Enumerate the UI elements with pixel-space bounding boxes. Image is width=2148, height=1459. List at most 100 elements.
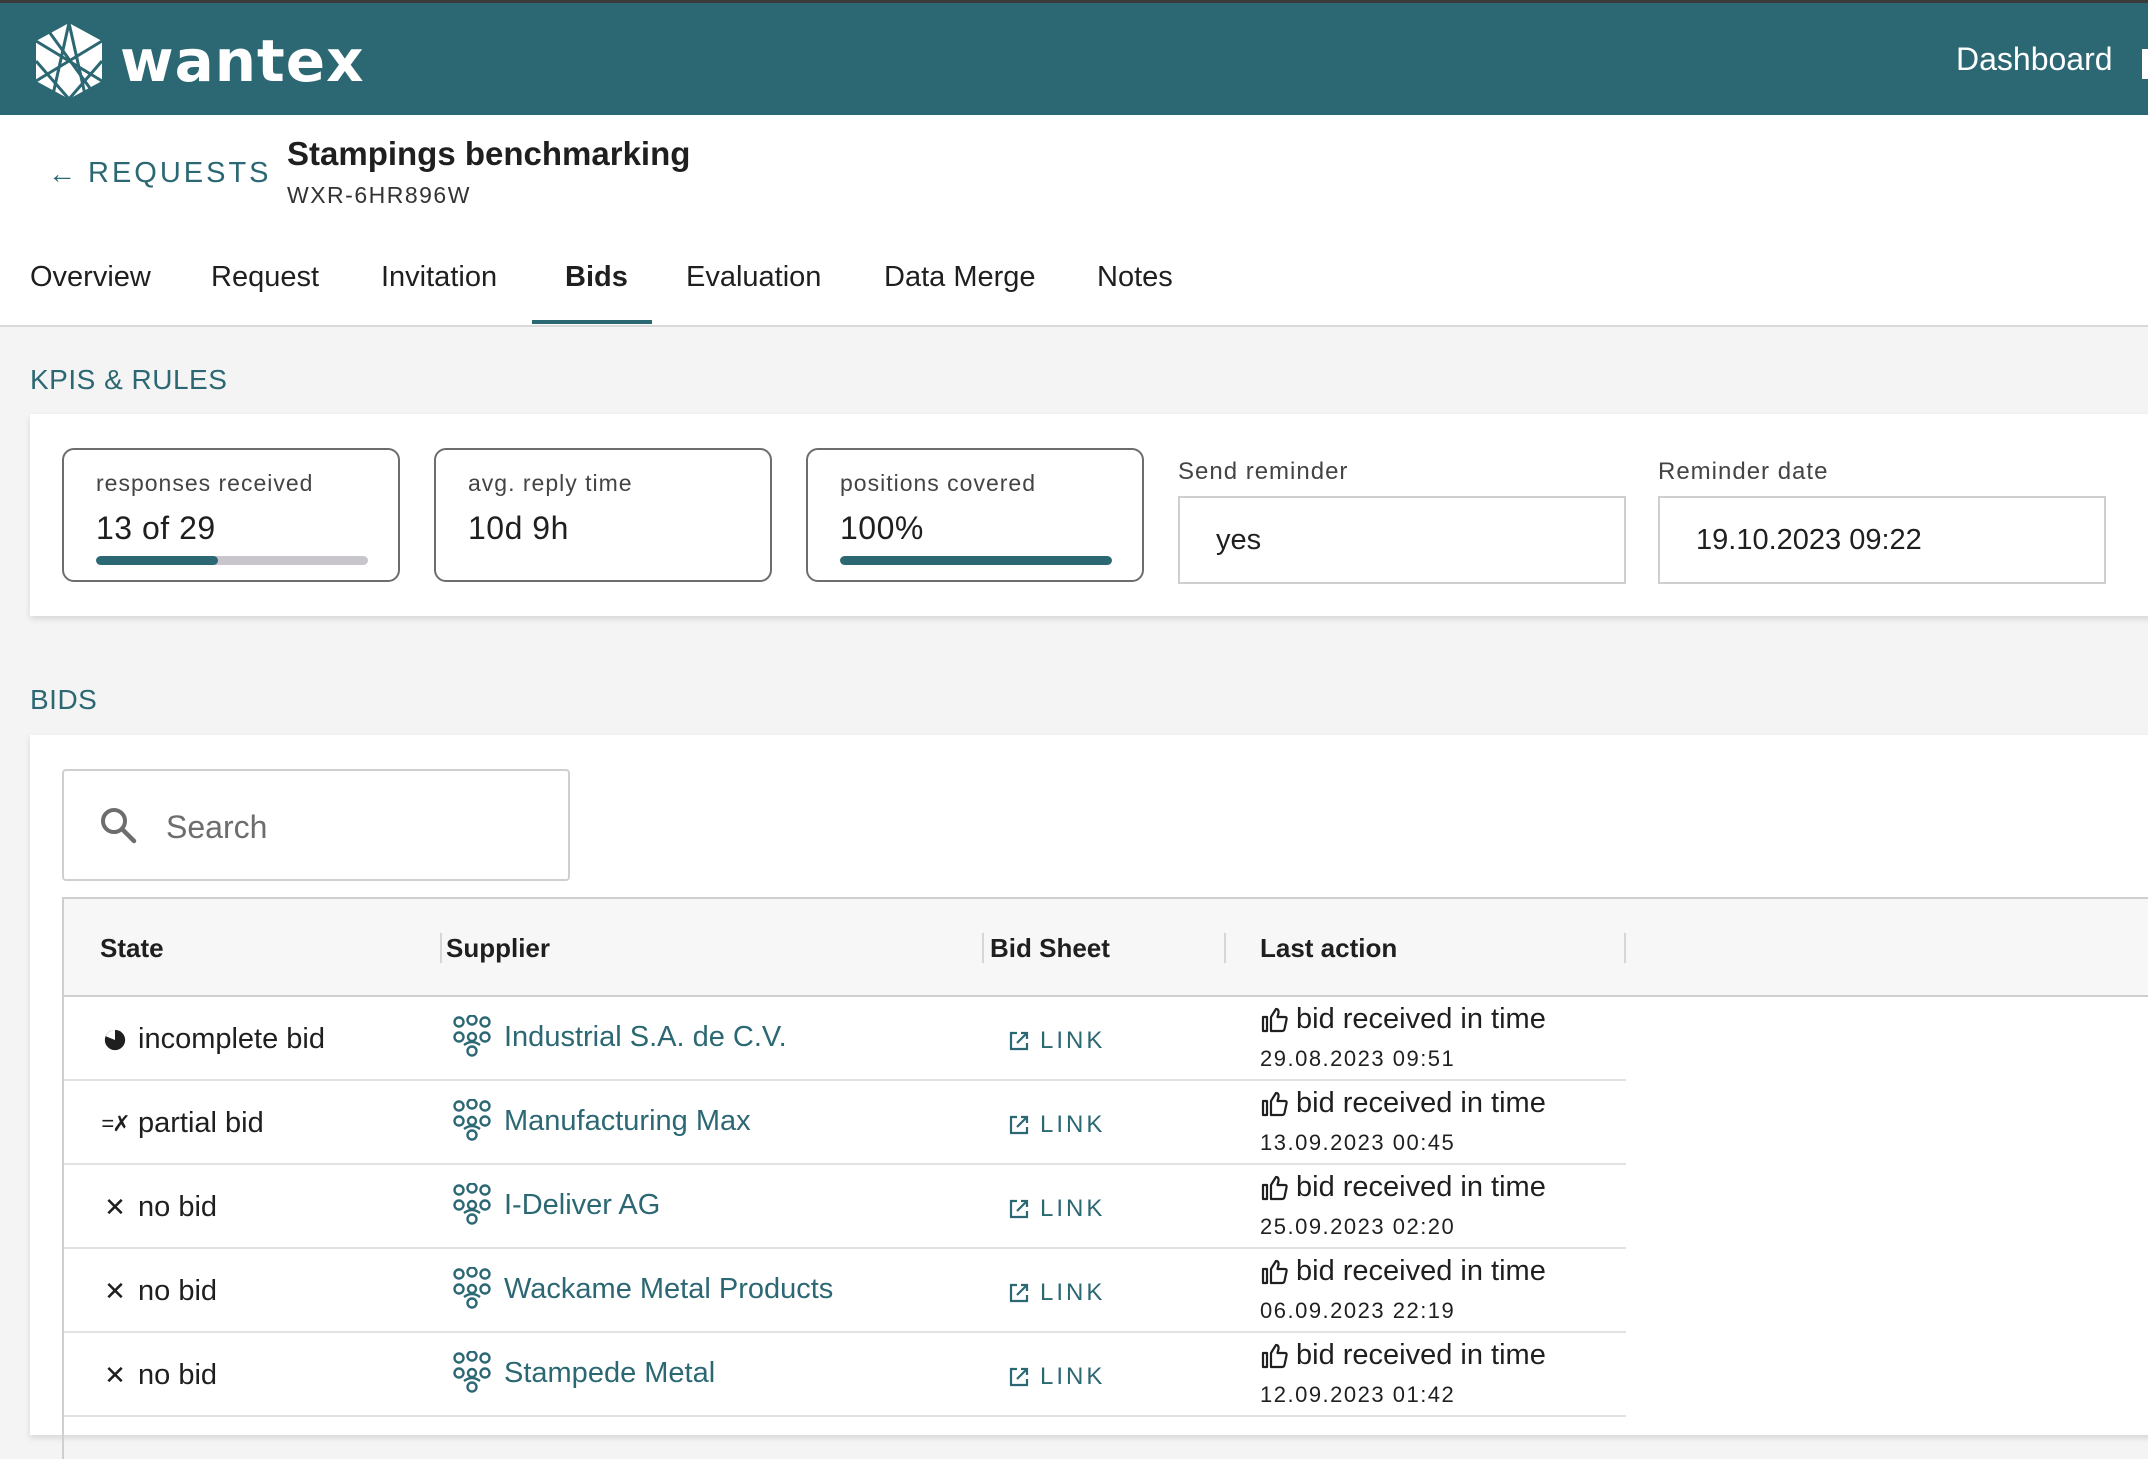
supplier-name: Wackame Metal Products	[504, 1272, 834, 1305]
organization-icon	[453, 1267, 491, 1309]
tab-label: Bids	[565, 261, 628, 293]
kpi-avg-reply-time: avg. reply time 10d 9h	[434, 448, 772, 582]
bid-sheet-link-label: LINK	[1040, 1111, 1106, 1138]
column-resize-handle[interactable]	[1224, 933, 1226, 963]
state-label: no bid	[138, 1191, 218, 1223]
last-action-cell: bid received in time 25.09.2023 02:20	[1260, 1171, 1546, 1240]
supplier-link[interactable]: Wackame Metal Products	[450, 1267, 833, 1311]
tab-label: Request	[211, 261, 320, 293]
arrow-left-icon: ←	[48, 157, 76, 189]
close-icon: ✕	[104, 1276, 126, 1306]
tab-label: Evaluation	[686, 261, 822, 293]
last-action-cell: bid received in time 06.09.2023 22:19	[1260, 1255, 1546, 1324]
kpis-section-title: KPIS & RULES	[30, 364, 228, 395]
page-title: Stampings benchmarking	[287, 135, 691, 172]
nav-dashboard-link[interactable]: Dashboard	[1956, 41, 2113, 78]
bid-sheet-link-label: LINK	[1040, 1027, 1106, 1054]
state-label: incomplete bid	[138, 1023, 325, 1055]
external-link-icon	[1009, 1199, 1029, 1219]
column-resize-handle[interactable]	[440, 933, 442, 963]
state-cell: ✕ no bid	[102, 1191, 217, 1224]
send-reminder-select[interactable]: yes	[1178, 496, 1626, 584]
external-link-icon	[1009, 1283, 1029, 1303]
column-header-last-action[interactable]: Last action	[1260, 933, 1397, 964]
thumbs-up-icon	[1261, 1091, 1288, 1116]
pie-icon	[102, 1027, 128, 1053]
progress-bar	[840, 556, 1112, 565]
bid-sheet-link[interactable]: LINK	[1008, 1111, 1105, 1139]
kpi-value: 100%	[840, 510, 924, 546]
state-cell: incomplete bid	[102, 1023, 325, 1056]
brand-logo[interactable]: wantex	[32, 21, 365, 101]
thumbs-up-icon	[1261, 1343, 1288, 1368]
last-action-cell: bid received in time 13.09.2023 00:45	[1260, 1087, 1546, 1156]
organization-icon	[453, 1015, 491, 1057]
top-bar: wantex Dashboard	[0, 0, 2148, 115]
supplier-link[interactable]: Manufacturing Max	[450, 1099, 751, 1143]
column-header-bid-sheet[interactable]: Bid Sheet	[990, 933, 1110, 964]
last-action-cell: bid received in time 12.09.2023 01:42	[1260, 1339, 1546, 1408]
bid-sheet-link[interactable]: LINK	[1008, 1363, 1105, 1391]
table-row[interactable]: incomplete bid Industrial S.A. de C.V. L…	[64, 997, 1626, 1081]
last-action-timestamp: 29.08.2023 09:51	[1260, 1046, 1456, 1071]
kpi-label: responses received	[96, 470, 314, 496]
search-input[interactable]	[164, 797, 548, 857]
progress-bar-fill	[840, 556, 1112, 565]
kpi-value: 10d 9h	[468, 510, 569, 546]
bid-sheet-link[interactable]: LINK	[1008, 1279, 1105, 1307]
supplier-link[interactable]: Stampede Metal	[450, 1351, 715, 1395]
kpi-card: responses received 13 of 29 avg. reply t…	[30, 414, 2148, 616]
supplier-name: I-Deliver AG	[504, 1188, 661, 1221]
table-row[interactable]: ✕ no bid I-Deliver AG LINK bid received …	[64, 1165, 1626, 1249]
bid-sheet-link[interactable]: LINK	[1008, 1027, 1105, 1055]
close-icon: ✕	[104, 1192, 126, 1222]
request-code: WXR-6HR896W	[287, 182, 471, 208]
request-header: ← REQUESTS Stampings benchmarking WXR-6H…	[0, 115, 2148, 327]
supplier-link[interactable]: I-Deliver AG	[450, 1183, 660, 1227]
column-header-state[interactable]: State	[100, 933, 164, 964]
bid-sheet-link[interactable]: LINK	[1008, 1195, 1105, 1223]
active-tab-indicator	[532, 320, 652, 324]
thumbs-up-icon	[1261, 1007, 1288, 1032]
thumbs-up-icon	[1261, 1175, 1288, 1200]
column-resize-handle[interactable]	[982, 933, 984, 963]
state-cell: =✗ partial bid	[101, 1107, 264, 1140]
wantex-logo-icon	[34, 22, 104, 100]
nav-next-item-edge[interactable]	[2142, 49, 2148, 79]
external-link-icon	[1009, 1115, 1029, 1135]
supplier-name: Manufacturing Max	[504, 1104, 751, 1137]
bids-table: State Supplier Bid Sheet Last action inc…	[62, 897, 2148, 1459]
state-label: no bid	[138, 1359, 218, 1391]
external-link-icon	[1009, 1367, 1029, 1387]
last-action-label: bid received in time	[1296, 1171, 1546, 1203]
bid-sheet-link-label: LINK	[1040, 1363, 1106, 1390]
reminder-date-field[interactable]: 19.10.2023 09:22	[1658, 496, 2106, 584]
reminder-date-label: Reminder date	[1658, 458, 1829, 485]
back-to-requests-link[interactable]: ← REQUESTS	[48, 157, 272, 190]
table-row[interactable]: ✕ no bid Wackame Metal Products LINK bid…	[64, 1249, 1626, 1333]
kpi-responses-received: responses received 13 of 29	[62, 448, 400, 582]
supplier-link[interactable]: Industrial S.A. de C.V.	[450, 1015, 787, 1059]
state-cell: ✕ no bid	[102, 1359, 217, 1392]
last-action-label: bid received in time	[1296, 1003, 1546, 1035]
progress-bar-fill	[96, 556, 219, 565]
thumbs-up-icon	[1261, 1259, 1288, 1284]
table-row[interactable]: ✕ no bid Stampede Metal LINK bid receive…	[64, 1333, 1626, 1417]
supplier-name: Stampede Metal	[504, 1356, 716, 1389]
table-row[interactable]: =✗ partial bid Manufacturing Max LINK bi…	[64, 1081, 1626, 1165]
last-action-label: bid received in time	[1296, 1255, 1546, 1287]
tab-label: Overview	[30, 261, 151, 293]
bids-section-title: BIDS	[30, 684, 98, 715]
column-header-supplier[interactable]: Supplier	[446, 933, 550, 964]
organization-icon	[453, 1351, 491, 1393]
close-icon: ✕	[104, 1360, 126, 1390]
column-resize-handle[interactable]	[1624, 933, 1626, 963]
organization-icon	[453, 1183, 491, 1225]
search-box[interactable]	[62, 769, 570, 881]
state-label: no bid	[138, 1275, 218, 1307]
progress-bar	[96, 556, 368, 565]
last-action-timestamp: 13.09.2023 00:45	[1260, 1130, 1456, 1155]
send-reminder-label: Send reminder	[1178, 458, 1349, 485]
state-label: partial bid	[138, 1107, 264, 1139]
last-action-timestamp: 06.09.2023 22:19	[1260, 1298, 1456, 1323]
